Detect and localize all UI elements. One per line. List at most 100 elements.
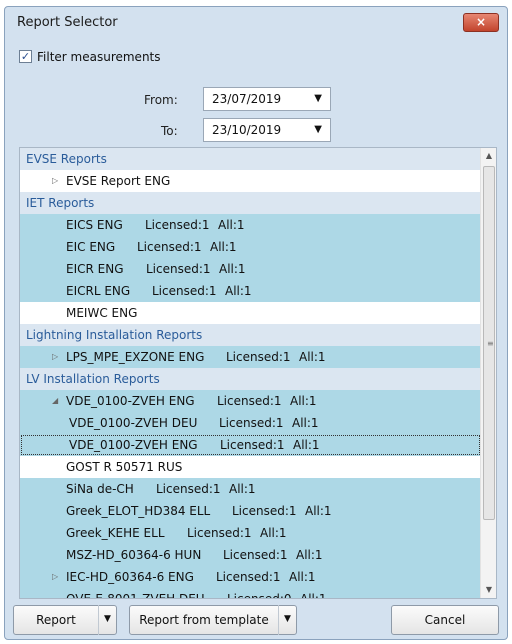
group-label: EVSE Reports [26,152,107,166]
report-from-template-button[interactable]: Report from template ▼ [129,605,297,635]
window-title: Report Selector [17,15,118,30]
group-label: IET Reports [26,196,95,210]
tree-group-header[interactable]: LV Installation Reports [20,368,481,390]
tree-report-row[interactable]: Greek_ELOT_HD384 ELL Licensed:1 All:1 [20,500,481,522]
cancel-button-label: Cancel [424,613,466,627]
chevron-down-icon[interactable]: ▼ [98,605,116,635]
licensed-count: Licensed:1 [137,240,202,254]
licensed-count: Licensed:1 [216,570,281,584]
tree-report-row[interactable]: ▷ EVSE Report ENG [20,170,481,192]
licensed-count: Licensed:1 [220,438,285,452]
cancel-button[interactable]: Cancel [391,605,499,635]
expand-right-icon[interactable]: ▷ [52,566,58,588]
chevron-down-icon[interactable]: ▼ [278,605,296,635]
tree-group-header[interactable]: EVSE Reports [20,148,481,170]
all-count: All:1 [219,262,246,276]
all-count: All:1 [299,350,326,364]
expand-down-icon[interactable]: ◢ [52,390,58,412]
report-name: Greek_KEHE ELL [66,526,165,540]
to-date-field[interactable]: 23/10/2019 ▼ [203,118,331,142]
all-count: All:1 [296,548,323,562]
report-name: VDE_0100-ZVEH ENG [66,394,195,408]
report-name: MSZ-HD_60364-6 HUN [66,548,202,562]
to-label: To: [161,124,178,138]
all-count: All:1 [210,240,237,254]
report-name: EICS ENG [66,218,123,232]
report-name: LPS_MPE_EXZONE ENG [66,350,205,364]
grip-icon: ≡ [487,339,494,348]
to-date-value: 23/10/2019 [212,123,282,137]
report-name: EIC ENG [66,240,116,254]
all-count: All:1 [292,416,319,430]
tree-report-row[interactable]: VDE_0100-ZVEH DEU Licensed:1 All:1 [20,412,481,434]
all-count: All:1 [289,570,316,584]
expand-right-icon[interactable]: ▷ [52,170,58,192]
close-icon: × [475,15,487,29]
from-date-value: 23/07/2019 [212,92,282,106]
chevron-down-icon[interactable]: ▼ [314,88,322,110]
report-name: OVE-E-8001-ZVEH DEU [66,592,205,599]
all-count: All:1 [290,394,317,408]
report-button-label: Report [36,613,76,627]
all-count: All:1 [218,218,245,232]
all-count: All:1 [229,482,256,496]
tree-report-row[interactable]: ◢ VDE_0100-ZVEH ENG Licensed:1 All:1 [20,390,481,412]
scroll-up-icon[interactable]: ▲ [481,148,496,164]
filter-measurements-label: Filter measurements [37,50,161,64]
report-name: EVSE Report ENG [66,174,171,188]
licensed-count: Licensed:1 [226,350,291,364]
tree-report-row[interactable]: MSZ-HD_60364-6 HUN Licensed:1 All:1 [20,544,481,566]
tree-report-row[interactable]: EIC ENG Licensed:1 All:1 [20,236,481,258]
report-name: VDE_0100-ZVEH ENG [69,438,198,452]
tree-report-row[interactable]: MEIWC ENG [20,302,481,324]
tree-report-row[interactable]: EICRL ENG Licensed:1 All:1 [20,280,481,302]
tree-report-row[interactable]: VDE_0100-ZVEH ENG Licensed:1 All:1 [20,434,481,456]
licensed-count: Licensed:0 [227,592,292,599]
licensed-count: Licensed:1 [223,548,288,562]
filter-measurements-checkbox[interactable]: ✓ [19,50,32,63]
licensed-count: Licensed:1 [156,482,221,496]
tree-group-header[interactable]: Lightning Installation Reports [20,324,481,346]
report-name: EICR ENG [66,262,124,276]
close-button[interactable]: × [463,13,499,32]
report-name: IEC-HD_60364-6 ENG [66,570,194,584]
all-count: All:1 [293,438,320,452]
licensed-count: Licensed:1 [152,284,217,298]
all-count: All:1 [225,284,252,298]
report-name: GOST R 50571 RUS [66,460,183,474]
licensed-count: Licensed:1 [219,416,284,430]
from-date-field[interactable]: 23/07/2019 ▼ [203,87,331,111]
group-label: Lightning Installation Reports [26,328,203,342]
licensed-count: Licensed:1 [146,262,211,276]
group-label: LV Installation Reports [26,372,160,386]
licensed-count: Licensed:1 [232,504,297,518]
tree-report-row[interactable]: EICR ENG Licensed:1 All:1 [20,258,481,280]
vertical-scrollbar[interactable]: ▲ ≡ ▼ [480,148,496,598]
report-tree: EVSE Reports ▷ EVSE Report ENG IET Reports E… [19,147,497,599]
expand-right-icon[interactable]: ▷ [52,346,58,368]
report-name: SiNa de-CH [66,482,134,496]
tree-report-row[interactable]: EICS ENG Licensed:1 All:1 [20,214,481,236]
report-name: VDE_0100-ZVEH DEU [69,416,198,430]
report-button[interactable]: Report ▼ [13,605,117,635]
licensed-count: Licensed:1 [187,526,252,540]
tree-report-row[interactable]: ▷ LPS_MPE_EXZONE ENG Licensed:1 All:1 [20,346,481,368]
check-icon: ✓ [20,50,31,63]
report-selector-dialog: Report Selector × ✓ Filter measurements … [4,6,508,640]
report-name: MEIWC ENG [66,306,138,320]
tree-report-row[interactable]: ▷ IEC-HD_60364-6 ENG Licensed:1 All:1 [20,566,481,588]
scroll-down-icon[interactable]: ▼ [481,582,496,598]
tree-report-row[interactable]: Greek_KEHE ELL Licensed:1 All:1 [20,522,481,544]
all-count: All:1 [260,526,287,540]
chevron-down-icon[interactable]: ▼ [314,119,322,141]
tree-group-header[interactable]: IET Reports [20,192,481,214]
report-name: EICRL ENG [66,284,131,298]
tree-report-row[interactable]: SiNa de-CH Licensed:1 All:1 [20,478,481,500]
report-from-template-label: Report from template [139,613,269,627]
from-label: From: [144,93,178,107]
tree-report-row[interactable]: GOST R 50571 RUS [20,456,481,478]
tree-report-row[interactable]: OVE-E-8001-ZVEH DEU Licensed:0 All:1 [20,588,481,599]
scrollbar-thumb[interactable]: ≡ [483,166,495,520]
title-bar: Report Selector × [5,7,507,37]
report-name: Greek_ELOT_HD384 ELL [66,504,211,518]
